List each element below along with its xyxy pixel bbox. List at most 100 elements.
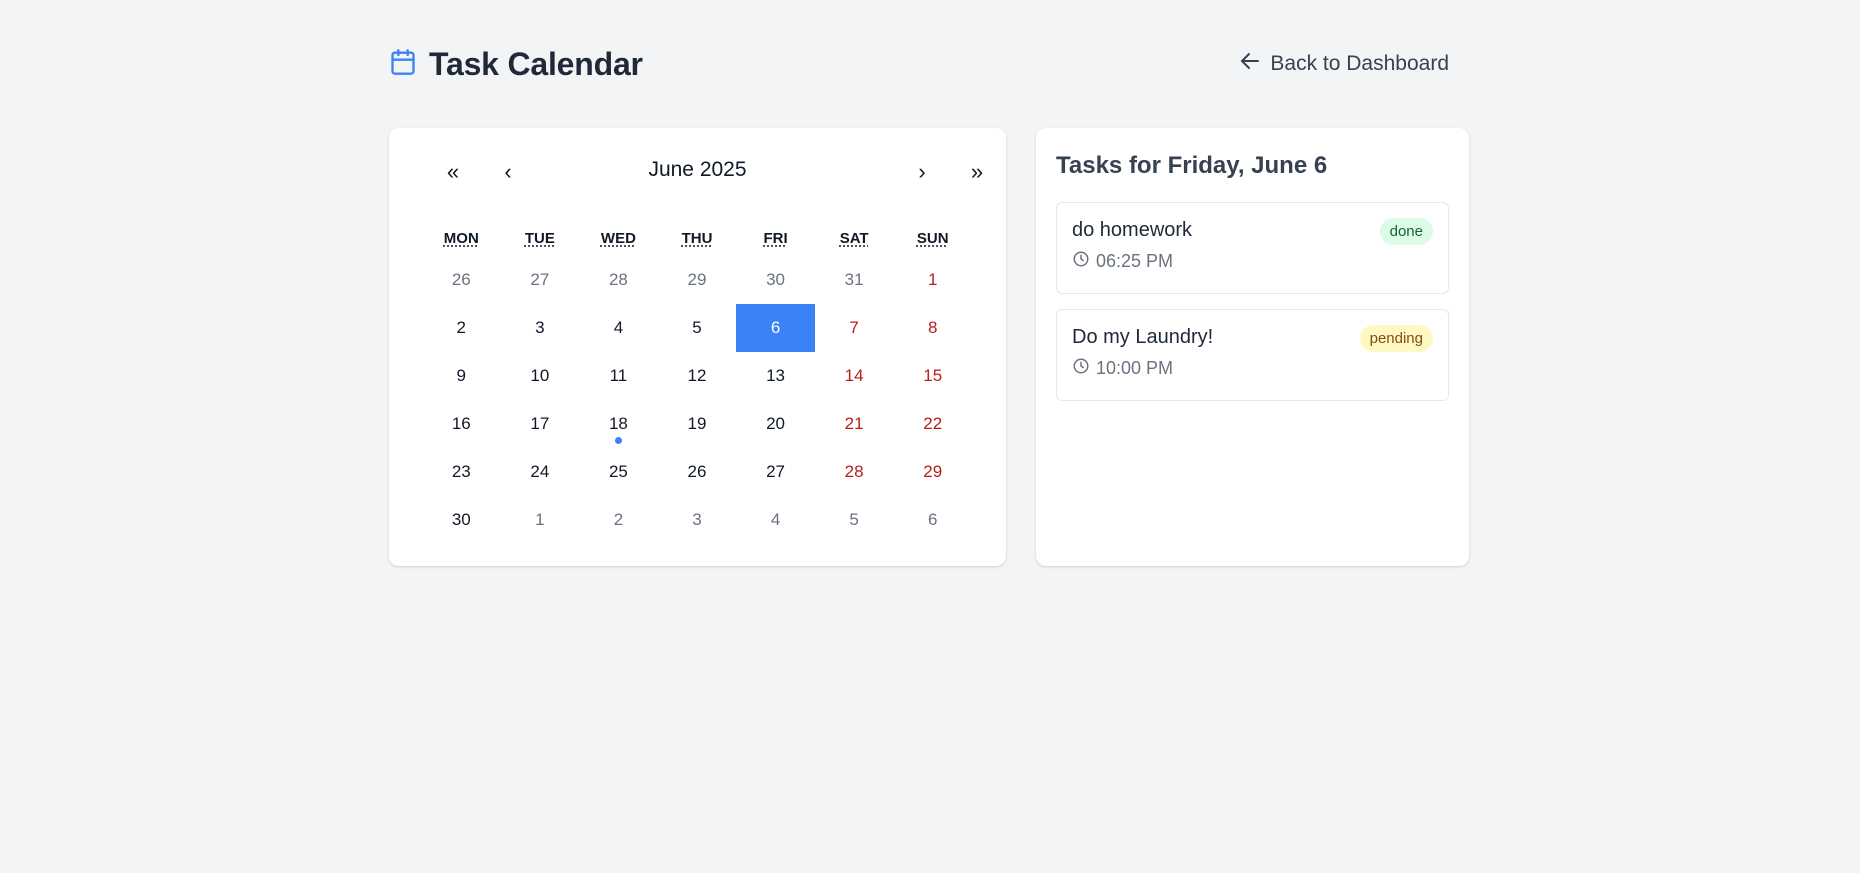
calendar-day[interactable]: 12 <box>658 352 737 400</box>
day-number: 4 <box>613 318 624 337</box>
calendar-day[interactable]: 20 <box>736 400 815 448</box>
weekday-header: WED <box>600 229 636 247</box>
day-number: 23 <box>451 462 471 481</box>
day-number: 29 <box>923 462 943 481</box>
calendar-day[interactable]: 28 <box>815 448 894 496</box>
day-number: 28 <box>608 270 628 289</box>
day-number: 5 <box>849 510 859 529</box>
calendar-day[interactable]: 5 <box>658 304 737 352</box>
day-number: 20 <box>766 414 786 433</box>
day-number: 27 <box>530 270 550 289</box>
day-number: 11 <box>609 366 628 385</box>
calendar-day[interactable]: 31 <box>815 256 894 304</box>
calendar-day[interactable]: 22 <box>893 400 972 448</box>
calendar-day[interactable]: 2 <box>579 496 658 544</box>
clock-icon <box>1072 357 1090 380</box>
day-number: 21 <box>844 414 864 433</box>
calendar-icon <box>389 48 417 81</box>
status-badge: pending <box>1359 325 1433 352</box>
day-number: 10 <box>530 366 550 385</box>
task-name: do homework <box>1072 219 1193 241</box>
day-number: 8 <box>927 318 938 337</box>
weekday-header: MON <box>443 229 479 247</box>
day-number: 12 <box>687 366 707 385</box>
calendar-day[interactable]: 28 <box>579 256 658 304</box>
calendar-day[interactable]: 26 <box>658 448 737 496</box>
weekday-header: FRI <box>763 229 788 247</box>
next-month-button[interactable]: › <box>904 154 940 190</box>
calendar-day[interactable]: 30 <box>422 496 501 544</box>
day-number: 19 <box>687 414 707 433</box>
calendar-day[interactable]: 5 <box>815 496 894 544</box>
calendar-day[interactable]: 16 <box>422 400 501 448</box>
calendar-day[interactable]: 21 <box>815 400 894 448</box>
calendar-day[interactable]: 3 <box>501 304 580 352</box>
day-number: 1 <box>927 270 938 289</box>
back-link-label: Back to Dashboard <box>1270 52 1449 75</box>
calendar-day[interactable]: 4 <box>579 304 658 352</box>
day-number: 5 <box>692 318 702 337</box>
calendar-day[interactable]: 7 <box>815 304 894 352</box>
calendar-day[interactable]: 9 <box>422 352 501 400</box>
weekday-header: TUE <box>524 229 555 247</box>
tasks-panel: Tasks for Friday, June 6 do homework 06:2… <box>1036 128 1469 566</box>
clock-icon <box>1072 250 1090 273</box>
calendar-day[interactable]: 1 <box>501 496 580 544</box>
day-number: 14 <box>844 366 864 385</box>
day-number: 2 <box>613 510 624 529</box>
calendar-day[interactable]: 24 <box>501 448 580 496</box>
weekday-header-row: MON TUE WED THU FRI SAT SUN <box>422 220 972 256</box>
back-to-dashboard-link[interactable]: Back to Dashboard <box>1238 49 1469 79</box>
calendar-day[interactable]: 11 <box>579 352 658 400</box>
calendar-day[interactable]: 3 <box>658 496 737 544</box>
day-number: 13 <box>766 366 786 385</box>
calendar-day[interactable]: 10 <box>501 352 580 400</box>
calendar-day[interactable]: 25 <box>579 448 658 496</box>
calendar-day[interactable]: 29 <box>893 448 972 496</box>
day-number: 4 <box>770 510 781 529</box>
day-number: 29 <box>687 270 707 289</box>
calendar-day[interactable]: 13 <box>736 352 815 400</box>
task-time: 06:25 PM <box>1072 250 1433 273</box>
calendar-day[interactable]: 30 <box>736 256 815 304</box>
calendar-day[interactable]: 27 <box>736 448 815 496</box>
calendar-day[interactable]: 27 <box>501 256 580 304</box>
day-number: 6 <box>770 318 781 337</box>
day-number: 30 <box>451 510 471 529</box>
calendar-day[interactable]: 17 <box>501 400 580 448</box>
calendar-day[interactable]: 19 <box>658 400 737 448</box>
tasks-title: Tasks for Friday, June 6 <box>1056 152 1328 179</box>
day-number: 28 <box>844 462 864 481</box>
task-time: 10:00 PM <box>1072 357 1433 380</box>
day-number: 26 <box>451 270 471 289</box>
calendar-day-selected[interactable]: 6 <box>736 304 815 352</box>
next-year-button[interactable]: » <box>959 154 995 190</box>
calendar-day[interactable]: 1 <box>893 256 972 304</box>
calendar-day[interactable]: 8 <box>893 304 972 352</box>
day-number: 2 <box>456 318 467 337</box>
day-number: 27 <box>766 462 786 481</box>
calendar-day[interactable]: 29 <box>658 256 737 304</box>
day-number: 16 <box>451 414 471 433</box>
day-number: 26 <box>687 462 707 481</box>
calendar-day[interactable]: 15 <box>893 352 972 400</box>
day-number: 7 <box>849 318 859 337</box>
day-number: 18 <box>608 414 628 433</box>
day-number: 6 <box>927 510 938 529</box>
task-item[interactable]: do homework 06:25 PM done <box>1056 202 1449 294</box>
task-list: do homework 06:25 PM done Do my Laundry! 10:… <box>1056 202 1449 401</box>
calendar-day[interactable]: 23 <box>422 448 501 496</box>
task-item[interactable]: Do my Laundry! 10:00 PM pending <box>1056 309 1449 401</box>
calendar-day[interactable]: 6 <box>893 496 972 544</box>
calendar-day[interactable]: 14 <box>815 352 894 400</box>
weekday-header: SUN <box>916 229 949 247</box>
calendar-day[interactable]: 26 <box>422 256 501 304</box>
calendar-day[interactable]: 18 <box>579 400 658 448</box>
weekday-header: THU <box>681 229 713 247</box>
day-number: 30 <box>766 270 786 289</box>
calendar-day[interactable]: 4 <box>736 496 815 544</box>
calendar-day[interactable]: 2 <box>422 304 501 352</box>
page-header: Task Calendar Back to Dashboard <box>389 40 1469 88</box>
day-number: 31 <box>844 270 864 289</box>
arrow-left-icon <box>1238 49 1262 79</box>
